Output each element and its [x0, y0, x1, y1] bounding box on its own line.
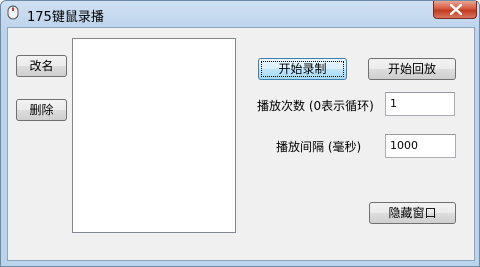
- start-playback-button[interactable]: 开始回放: [368, 58, 456, 80]
- mouse-icon: [7, 5, 19, 20]
- window-title: 175键鼠录播: [27, 10, 104, 25]
- title-bar[interactable]: 175键鼠录播: [1, 1, 479, 25]
- close-button[interactable]: [433, 1, 477, 19]
- play-interval-input[interactable]: 1000: [385, 134, 456, 158]
- app-window: 175键鼠录播 改名 删除 开始录制 开始回放 播放次数 (0表示循环) 1 播…: [0, 0, 480, 267]
- play-count-label: 播放次数 (0表示循环): [257, 99, 374, 113]
- delete-button[interactable]: 删除: [16, 99, 67, 121]
- close-icon: [450, 4, 462, 15]
- start-record-button[interactable]: 开始录制: [258, 58, 347, 80]
- client-area: 改名 删除 开始录制 开始回放 播放次数 (0表示循环) 1 播放间隔 (毫秒)…: [7, 27, 475, 261]
- hide-window-button[interactable]: 隐藏窗口: [369, 202, 456, 224]
- rename-button[interactable]: 改名: [16, 55, 67, 77]
- recordings-listbox[interactable]: [72, 38, 236, 233]
- play-interval-label: 播放间隔 (毫秒): [276, 140, 362, 154]
- play-count-input[interactable]: 1: [385, 92, 455, 116]
